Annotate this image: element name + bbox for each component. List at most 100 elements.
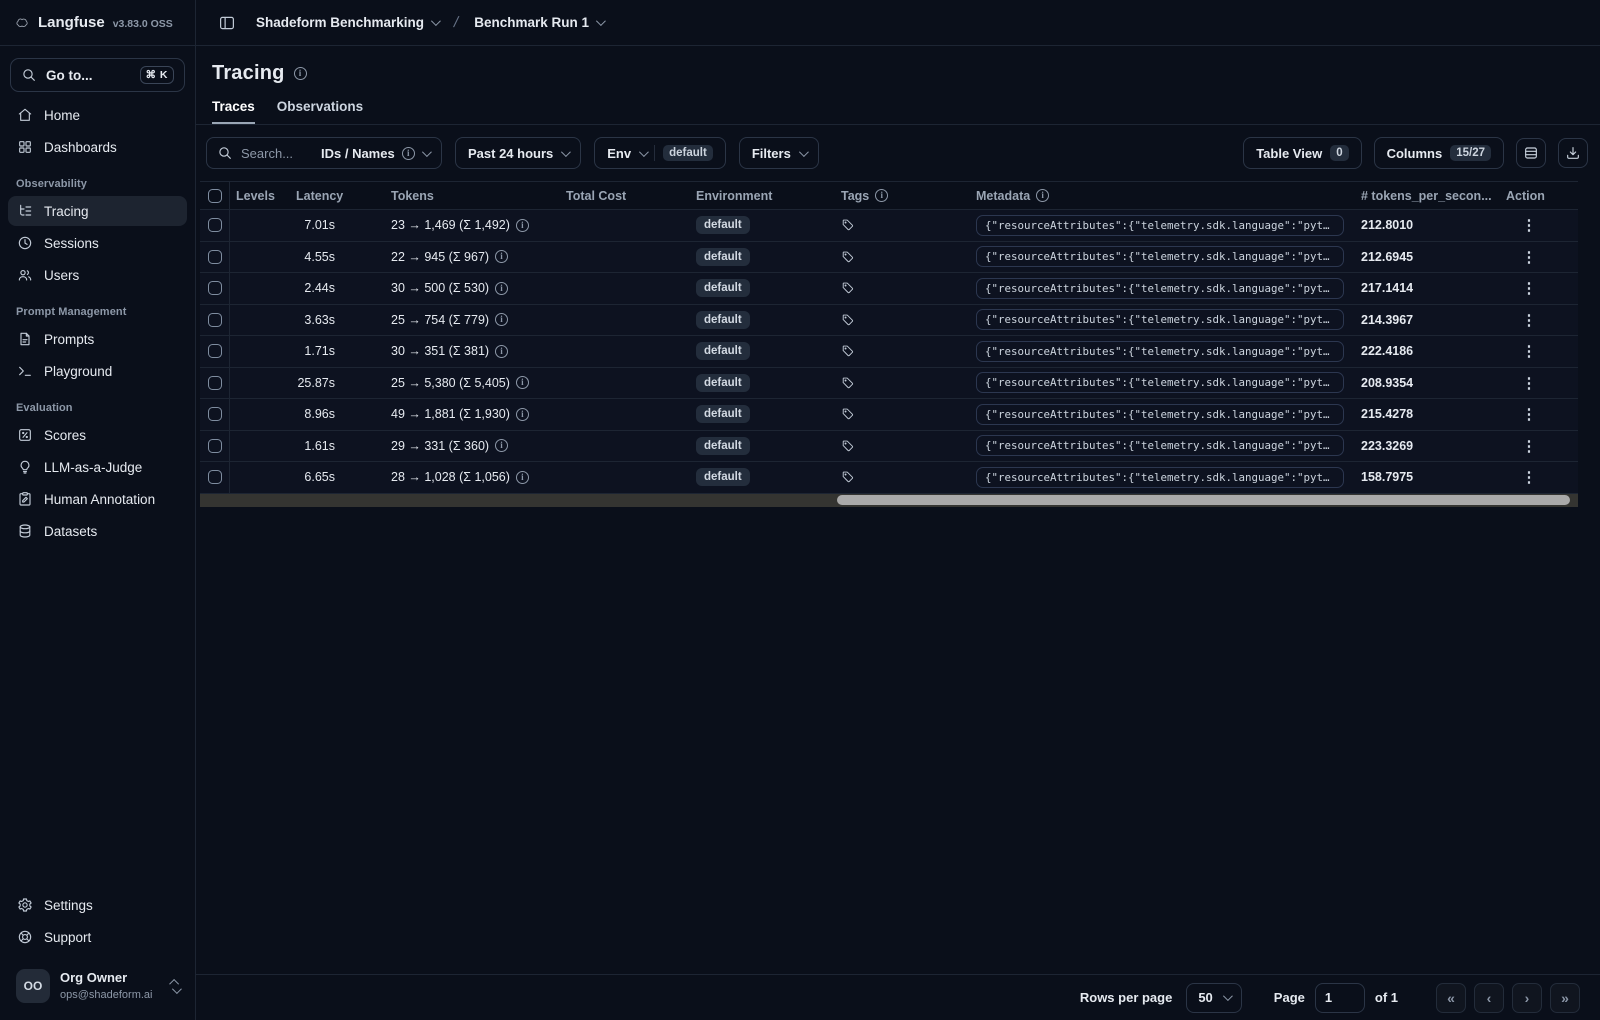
col-header-environment[interactable]: Environment [690,189,835,203]
tags-cell[interactable] [835,470,970,484]
col-header-latency[interactable]: Latency [290,189,385,203]
time-range-dropdown[interactable]: Past 24 hours [455,137,582,169]
chevron-down-icon [1222,991,1233,1002]
col-header-total-cost[interactable]: Total Cost [560,189,690,203]
sidebar-item-users[interactable]: Users [8,260,187,290]
filters-dropdown[interactable]: Filters [738,137,819,169]
tab-observations[interactable]: Observations [277,99,363,124]
sidebar-item-support[interactable]: Support [8,922,187,952]
metadata-json[interactable]: {"resourceAttributes":{"telemetry.sdk.la… [976,340,1344,362]
row-checkbox[interactable] [207,218,222,233]
row-checkbox[interactable] [207,407,222,422]
row-checkbox[interactable] [207,281,222,296]
page-number-input[interactable] [1314,982,1365,1013]
col-header-levels[interactable]: Levels [230,189,290,203]
table-row[interactable]: 1.71s 30 → 351 (Σ 381) default {"resourc… [200,336,1578,368]
row-actions-menu[interactable] [1518,246,1540,268]
scrollbar-thumb[interactable] [836,495,1570,505]
row-actions-menu[interactable] [1518,466,1540,488]
sidebar-item-prompts[interactable]: Prompts [8,324,187,354]
sidebar-item-human-annotation[interactable]: Human Annotation [8,484,187,514]
goto-search-button[interactable]: Go to... ⌘ K [10,58,185,92]
tags-cell[interactable] [835,313,970,327]
row-checkbox[interactable] [207,344,222,359]
table-row[interactable]: 1.61s 29 → 331 (Σ 360) default {"resourc… [200,430,1578,462]
metadata-json[interactable]: {"resourceAttributes":{"telemetry.sdk.la… [976,466,1344,488]
tab-traces[interactable]: Traces [212,99,255,124]
columns-button[interactable]: Columns 15/27 [1373,137,1504,169]
col-header-tags[interactable]: Tags [835,189,970,203]
row-checkbox[interactable] [207,375,222,390]
metadata-json[interactable]: {"resourceAttributes":{"telemetry.sdk.la… [976,214,1344,236]
table-row[interactable]: 6.65s 28 → 1,028 (Σ 1,056) default {"res… [200,462,1578,494]
table-row[interactable]: 3.63s 25 → 754 (Σ 779) default {"resourc… [200,304,1578,336]
row-checkbox[interactable] [207,438,222,453]
table-view-button[interactable]: Table View 0 [1243,137,1362,169]
first-page-button[interactable]: « [1436,982,1466,1013]
tags-cell[interactable] [835,281,970,295]
environment-badge: default [696,436,750,455]
tags-cell[interactable] [835,218,970,232]
env-filter-dropdown[interactable]: Env default [594,137,726,169]
sidebar-item-datasets[interactable]: Datasets [8,516,187,546]
metadata-json[interactable]: {"resourceAttributes":{"telemetry.sdk.la… [976,403,1344,425]
row-checkbox[interactable] [207,470,222,485]
row-actions-menu[interactable] [1518,372,1540,394]
metadata-json[interactable]: {"resourceAttributes":{"telemetry.sdk.la… [976,277,1344,299]
sidebar-item-settings[interactable]: Settings [8,890,187,920]
breadcrumb-project[interactable]: Benchmark Run 1 [474,15,606,30]
search-mode-dropdown[interactable]: IDs / Names [321,146,432,161]
row-checkbox[interactable] [207,312,222,327]
row-actions-menu[interactable] [1518,435,1540,457]
last-page-button[interactable]: » [1550,982,1580,1013]
horizontal-scrollbar[interactable] [200,493,1578,507]
rows-per-page-select[interactable]: 50 [1186,982,1242,1013]
row-checkbox[interactable] [207,249,222,264]
row-actions-menu[interactable] [1518,277,1540,299]
col-header-tokens-per-second[interactable]: # tokens_per_secon... [1355,189,1500,203]
export-download-button[interactable] [1558,138,1588,168]
table-row[interactable]: 25.87s 25 → 5,380 (Σ 5,405) default {"re… [200,367,1578,399]
col-header-tokens[interactable]: Tokens [385,189,560,203]
search-input[interactable] [241,145,313,161]
sidebar-item-label: Support [44,929,92,945]
tags-cell[interactable] [835,376,970,390]
metadata-json[interactable]: {"resourceAttributes":{"telemetry.sdk.la… [976,309,1344,331]
table-row[interactable]: 4.55s 22 → 945 (Σ 967) default {"resourc… [200,241,1578,273]
keyboard-shortcut: ⌘ K [139,66,174,84]
sidebar-item-llm-as-a-judge[interactable]: LLM-as-a-Judge [8,452,187,482]
next-page-button[interactable]: › [1512,982,1542,1013]
row-actions-menu[interactable] [1518,340,1540,362]
metadata-json[interactable]: {"resourceAttributes":{"telemetry.sdk.la… [976,435,1344,457]
breadcrumb-org[interactable]: Shadeform Benchmarking [256,15,441,30]
sidebar-item-scores[interactable]: Scores [8,420,187,450]
tags-cell[interactable] [835,439,970,453]
sidebar-item-sessions[interactable]: Sessions [8,228,187,258]
tags-cell[interactable] [835,407,970,421]
sidebar-item-home[interactable]: Home [8,100,187,130]
sidebar-item-dashboards[interactable]: Dashboards [8,132,187,162]
row-height-button[interactable] [1516,138,1546,168]
user-menu[interactable]: OO Org Owner ops@shadeform.ai [10,964,185,1008]
metadata-json[interactable]: {"resourceAttributes":{"telemetry.sdk.la… [976,246,1344,268]
prev-page-button[interactable]: ‹ [1474,982,1504,1013]
table-row[interactable]: 7.01s 23 → 1,469 (Σ 1,492) default {"res… [200,210,1578,242]
row-actions-menu[interactable] [1518,214,1540,236]
sidebar-item-tracing[interactable]: Tracing [8,196,187,226]
col-header-metadata[interactable]: Metadata [970,189,1355,203]
tags-cell[interactable] [835,344,970,358]
row-actions-menu[interactable] [1518,309,1540,331]
select-all-checkbox[interactable] [207,188,222,203]
row-actions-menu[interactable] [1518,403,1540,425]
toolbar: IDs / Names Past 24 hours Env default [196,125,1600,181]
sidebar-toggle-button[interactable] [212,8,242,38]
environment-badge: default [696,216,750,235]
sidebar-item-playground[interactable]: Playground [8,356,187,386]
chevron-down-icon [798,146,809,157]
metadata-json[interactable]: {"resourceAttributes":{"telemetry.sdk.la… [976,372,1344,394]
nav-section-label: Prompt Management [16,306,127,318]
table-row[interactable]: 8.96s 49 → 1,881 (Σ 1,930) default {"res… [200,399,1578,431]
version-label: v3.83.0 OSS [112,17,173,30]
table-row[interactable]: 2.44s 30 → 500 (Σ 530) default {"resourc… [200,273,1578,305]
tags-cell[interactable] [835,250,970,264]
